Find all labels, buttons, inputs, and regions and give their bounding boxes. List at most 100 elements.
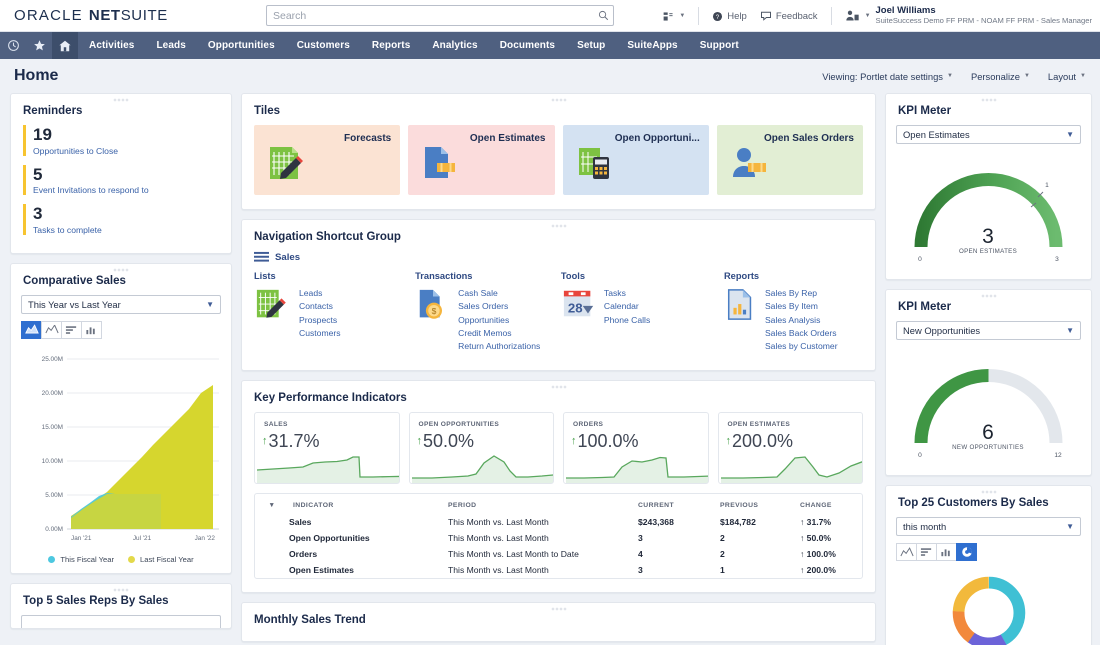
comparative-sales-range-select[interactable]: This Year vs Last Year ▼ xyxy=(21,295,221,314)
shortcut-link[interactable]: Leads xyxy=(299,287,341,300)
shortcut-link[interactable]: Opportunities xyxy=(458,314,540,327)
reminder-label[interactable]: Event Invitations to respond to xyxy=(33,185,219,195)
chart-type-hbar-icon[interactable] xyxy=(61,321,82,339)
navigation-shortcut-group-header[interactable]: Sales xyxy=(242,251,875,271)
nav-item-opportunities[interactable]: Opportunities xyxy=(197,32,286,59)
arrow-up-icon: ↑ xyxy=(571,435,577,447)
chevron-down-icon[interactable]: ▼ xyxy=(1066,522,1074,531)
th-previous[interactable]: PREVIOUS xyxy=(716,494,796,514)
cell-current[interactable]: 3 xyxy=(634,530,716,546)
chart-type-pie-icon[interactable] xyxy=(956,543,977,561)
create-new-menu[interactable]: ▼ xyxy=(662,10,685,23)
chevron-down-icon[interactable]: ▼ xyxy=(865,13,871,19)
kpi-card-orders[interactable]: ORDERS ↑100.0% xyxy=(563,412,709,484)
favorites-star-icon[interactable] xyxy=(26,32,52,59)
cell-previous[interactable]: $184,782 xyxy=(716,514,796,530)
cell-period[interactable]: This Month vs. Last Month xyxy=(444,530,634,546)
kpi-meter-select[interactable]: New Opportunities ▼ xyxy=(896,321,1081,340)
kpi-card-open-estimates[interactable]: OPEN ESTIMATES ↑200.0% xyxy=(718,412,864,484)
nav-item-documents[interactable]: Documents xyxy=(489,32,566,59)
shortcut-link[interactable]: Cash Sale xyxy=(458,287,540,300)
shortcut-link[interactable]: Sales by Customer xyxy=(765,340,838,353)
th-indicator[interactable]: INDICATOR xyxy=(289,494,444,514)
cell-period[interactable]: This Month vs. Last Month to Date xyxy=(444,546,634,562)
tile-open-opportunities[interactable]: Open Opportuni... xyxy=(563,125,709,195)
chevron-down-icon[interactable]: ▼ xyxy=(1024,73,1030,79)
chart-type-area-icon[interactable] xyxy=(21,321,42,339)
cell-previous[interactable]: 2 xyxy=(716,546,796,562)
recent-records-icon[interactable] xyxy=(0,32,26,59)
tile-open-estimates[interactable]: Open Estimates xyxy=(408,125,554,195)
tile-open-sales-orders[interactable]: Open Sales Orders xyxy=(717,125,863,195)
nav-item-leads[interactable]: Leads xyxy=(145,32,196,59)
nav-item-customers[interactable]: Customers xyxy=(286,32,361,59)
tile-forecasts[interactable]: Forecasts xyxy=(254,125,400,195)
top5-sales-reps-range-select[interactable] xyxy=(21,615,221,629)
shortcut-link[interactable]: Tasks xyxy=(604,287,650,300)
home-icon[interactable] xyxy=(52,32,78,59)
chart-type-hbar-icon[interactable] xyxy=(916,543,937,561)
chevron-down-icon[interactable]: ▼ xyxy=(1066,130,1074,139)
shortcut-link[interactable]: Customers xyxy=(299,327,341,340)
layout-menu[interactable]: Layout ▼ xyxy=(1048,71,1086,82)
shortcut-link[interactable]: Sales By Item xyxy=(765,300,838,313)
nav-item-analytics[interactable]: Analytics xyxy=(421,32,488,59)
cell-current[interactable]: 3 xyxy=(634,562,716,578)
oracle-netsuite-logo[interactable]: ORACLE NETSUITE xyxy=(14,7,168,25)
shortcut-link[interactable]: Prospects xyxy=(299,314,341,327)
shortcut-link[interactable]: Contacts xyxy=(299,300,341,313)
reminder-label[interactable]: Tasks to complete xyxy=(33,225,219,235)
shortcut-link[interactable]: Sales Orders xyxy=(458,300,540,313)
cell-current[interactable]: 4 xyxy=(634,546,716,562)
nav-item-support[interactable]: Support xyxy=(689,32,750,59)
chevron-down-icon[interactable]: ▼ xyxy=(679,13,685,19)
search-icon[interactable] xyxy=(593,10,613,21)
legend-item-this-fiscal-year[interactable]: This Fiscal Year xyxy=(48,555,114,564)
reminder-label[interactable]: Opportunities to Close xyxy=(33,146,219,156)
shortcut-link[interactable]: Sales By Rep xyxy=(765,287,838,300)
nav-item-activities[interactable]: Activities xyxy=(78,32,145,59)
cell-previous[interactable]: 2 xyxy=(716,530,796,546)
chevron-down-icon[interactable]: ▼ xyxy=(1066,326,1074,335)
shortcut-link[interactable]: Credit Memos xyxy=(458,327,540,340)
shortcut-link[interactable]: Phone Calls xyxy=(604,314,650,327)
reminder-item[interactable]: 19 Opportunities to Close xyxy=(23,125,219,156)
reminder-item[interactable]: 5 Event Invitations to respond to xyxy=(23,165,219,196)
viewing-portlet-date-settings[interactable]: Viewing: Portlet date settings ▼ xyxy=(822,71,953,82)
th-change[interactable]: CHANGE xyxy=(796,494,862,514)
kpi-card-open-opportunities[interactable]: OPEN OPPORTUNITIES ↑50.0% xyxy=(409,412,555,484)
reminder-item[interactable]: 3 Tasks to complete xyxy=(23,204,219,235)
nav-item-setup[interactable]: Setup xyxy=(566,32,616,59)
nav-item-suiteapps[interactable]: SuiteApps xyxy=(616,32,688,59)
kpi-meter-select[interactable]: Open Estimates ▼ xyxy=(896,125,1081,144)
shortcut-link[interactable]: Return Authorizations xyxy=(458,340,540,353)
chart-type-vbar-icon[interactable] xyxy=(936,543,957,561)
cell-period[interactable]: This Month vs. Last Month xyxy=(444,514,634,530)
chart-type-line-icon[interactable] xyxy=(896,543,917,561)
shortcut-link[interactable]: Sales Analysis xyxy=(765,314,838,327)
shortcut-link[interactable]: Calendar xyxy=(604,300,650,313)
chart-type-line-icon[interactable] xyxy=(41,321,62,339)
kpi-card-sales[interactable]: SALES ↑31.7% xyxy=(254,412,400,484)
legend-item-last-fiscal-year[interactable]: Last Fiscal Year xyxy=(128,555,194,564)
top25-range-select[interactable]: this month ▼ xyxy=(896,517,1081,536)
sort-caret-icon[interactable]: ▼ xyxy=(255,494,289,514)
global-search[interactable] xyxy=(266,5,614,26)
kpi-meter-select-value: New Opportunities xyxy=(903,325,980,336)
nav-item-reports[interactable]: Reports xyxy=(361,32,421,59)
chart-type-vbar-icon[interactable] xyxy=(81,321,102,339)
shortcut-link[interactable]: Sales Back Orders xyxy=(765,327,838,340)
chevron-down-icon[interactable]: ▼ xyxy=(947,73,953,79)
personalize-menu[interactable]: Personalize ▼ xyxy=(971,71,1030,82)
cell-current[interactable]: $243,368 xyxy=(634,514,716,530)
th-current[interactable]: CURRENT xyxy=(634,494,716,514)
feedback-link[interactable]: Feedback xyxy=(760,10,818,22)
search-input[interactable] xyxy=(267,6,593,25)
th-period[interactable]: PERIOD xyxy=(444,494,634,514)
cell-period[interactable]: This Month vs. Last Month xyxy=(444,562,634,578)
cell-previous[interactable]: 1 xyxy=(716,562,796,578)
help-link[interactable]: ? Help xyxy=(712,11,747,22)
user-menu[interactable]: ▼ Joel Williams SuiteSuccess Demo FF PRM… xyxy=(845,6,1092,25)
chevron-down-icon[interactable]: ▼ xyxy=(206,300,214,309)
chevron-down-icon[interactable]: ▼ xyxy=(1080,73,1086,79)
